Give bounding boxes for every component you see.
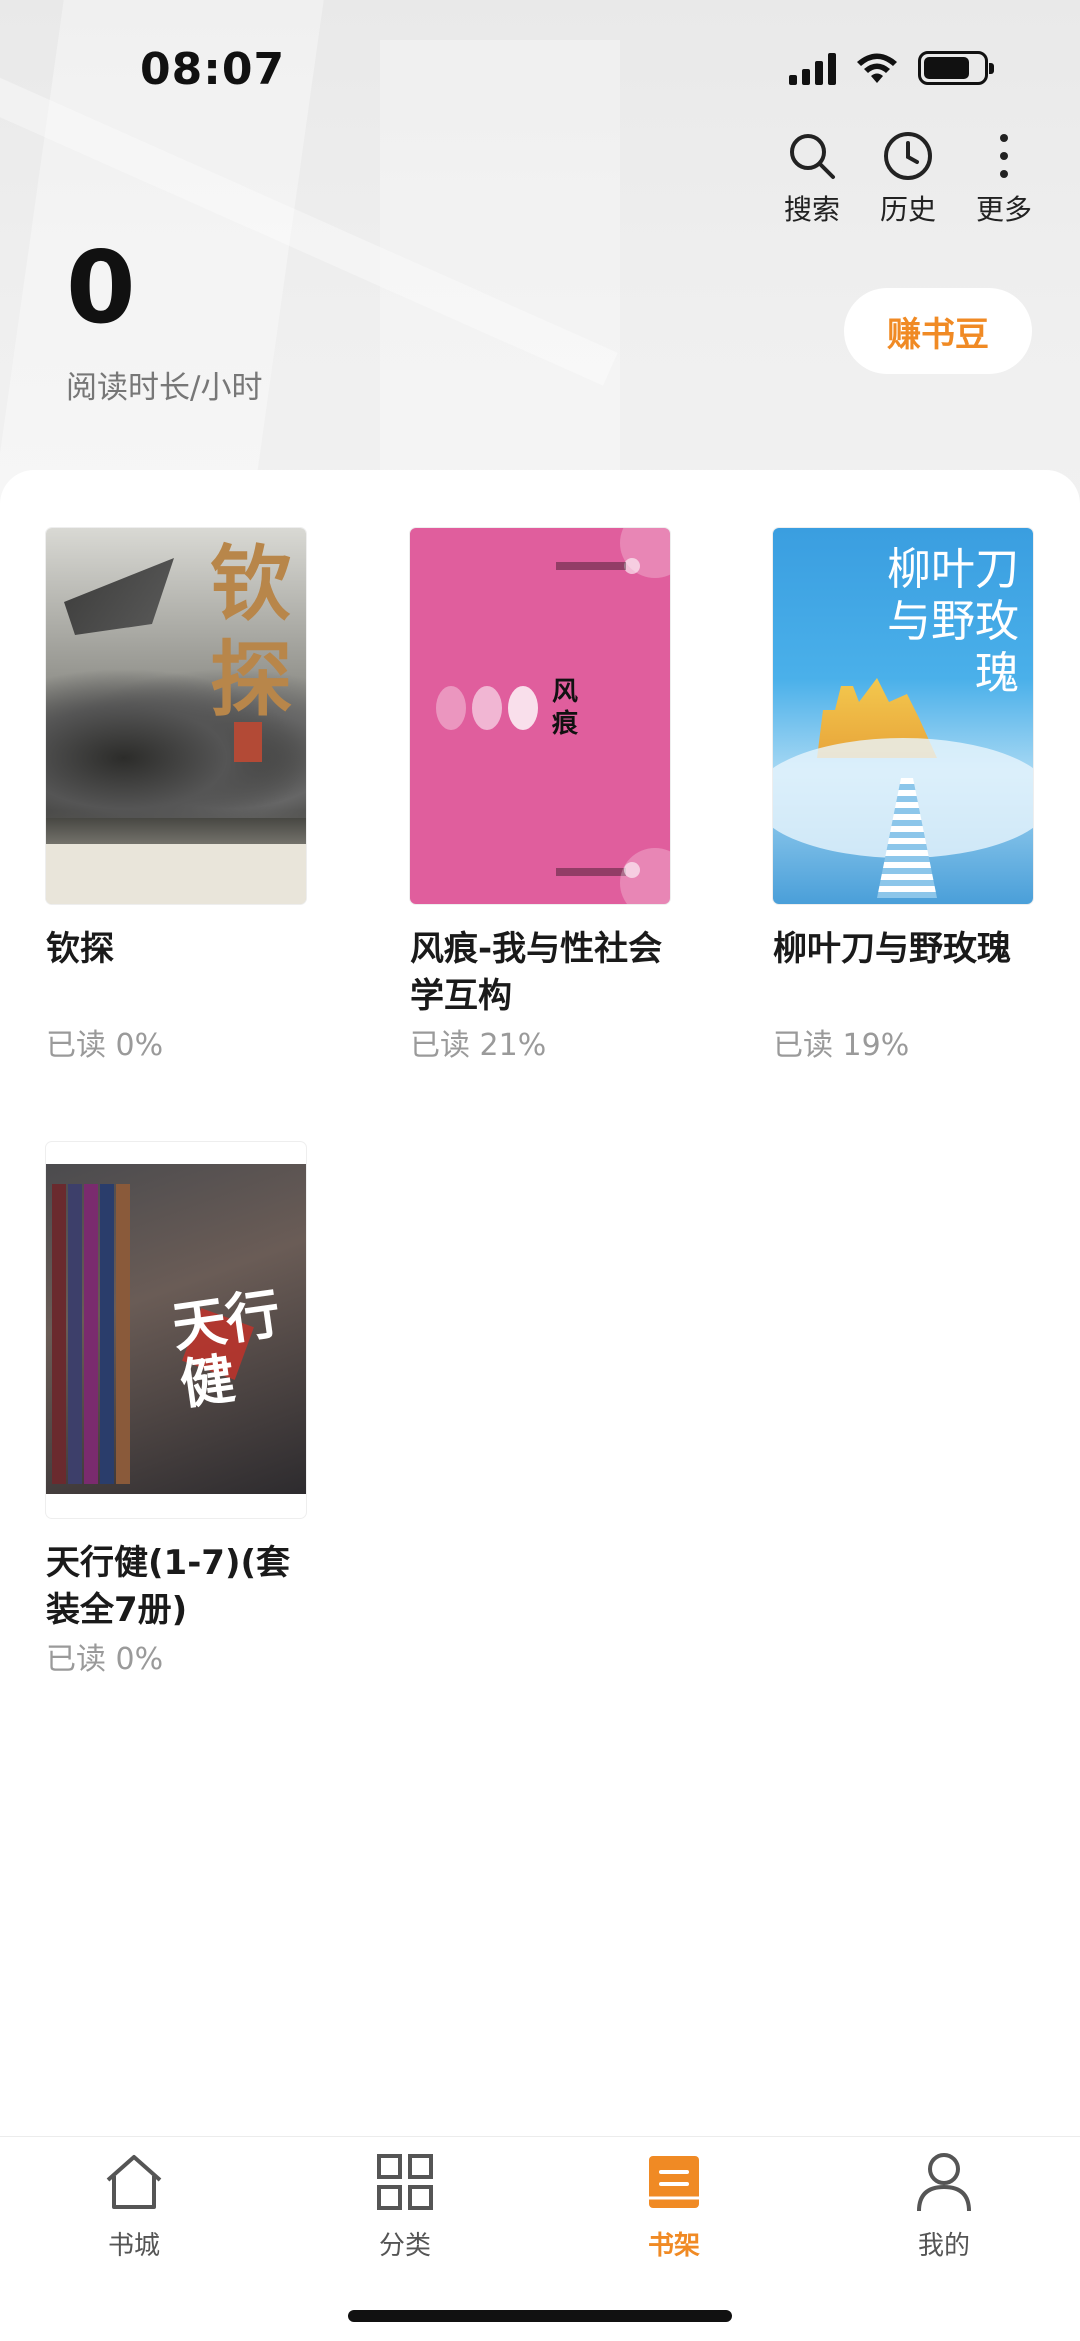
more-icon [976, 128, 1032, 184]
nav-label: 书架 [647, 2231, 700, 2261]
cover-title: 天行健 [168, 1280, 284, 1417]
book-cover[interactable]: 钦探 [46, 528, 306, 904]
more-button[interactable]: 更多 [968, 128, 1040, 228]
home-icon [99, 2147, 169, 2217]
history-label: 历史 [879, 193, 936, 226]
nav-label: 书城 [107, 2231, 160, 2261]
nav-bookstore[interactable]: 书城 [54, 2147, 214, 2262]
battery-icon [918, 51, 994, 85]
grid-icon [370, 2147, 440, 2217]
status-icons [789, 50, 994, 86]
nav-profile[interactable]: 我的 [864, 2147, 1024, 2262]
book-title[interactable]: 风痕-我与性社会学互构 [410, 926, 680, 1020]
nav-category[interactable]: 分类 [325, 2147, 485, 2262]
book-cover[interactable]: 风痕 [410, 528, 670, 904]
book-progress: 已读 0% [46, 1642, 164, 1677]
profile-icon [909, 2147, 979, 2217]
cover-title: 风痕 [552, 677, 579, 739]
book-item[interactable]: 天行健 天行健(1-7)(套装全7册) 已读 0% [46, 1142, 308, 1678]
book-title[interactable]: 钦探 [46, 926, 316, 1020]
book-progress: 已读 0% [46, 1028, 164, 1063]
status-bar: 08:07 [0, 0, 1080, 140]
cover-title: 柳叶刀与野玫瑰 [887, 544, 1019, 699]
home-indicator [348, 2310, 732, 2322]
search-label: 搜索 [783, 193, 840, 226]
history-button[interactable]: 历史 [872, 128, 944, 228]
bookshelf-icon [639, 2147, 709, 2217]
search-button[interactable]: 搜索 [776, 128, 848, 228]
book-cover[interactable]: 天行健 [46, 1142, 306, 1518]
wifi-icon [857, 53, 897, 83]
status-time: 08:07 [140, 44, 286, 95]
book-item[interactable]: 风痕 风痕-我与性社会学互构 已读 21% [410, 528, 672, 1064]
book-title[interactable]: 柳叶刀与野玫瑰 [773, 926, 1043, 1020]
book-title[interactable]: 天行健(1-7)(套装全7册) [46, 1540, 316, 1634]
book-cover[interactable]: 柳叶刀与野玫瑰 [773, 528, 1033, 904]
nav-label: 分类 [378, 2231, 431, 2261]
bookshelf: 钦探 钦探 已读 0% 风痕 风痕-我与性社会学互构 已读 21% 柳叶刀与野玫… [0, 470, 1080, 2136]
search-icon [784, 128, 840, 184]
earn-book-beans-button[interactable]: 赚书豆 [844, 288, 1032, 374]
book-item[interactable]: 钦探 钦探 已读 0% [46, 528, 308, 1064]
reading-hours-label: 阅读时长/小时 [66, 370, 263, 406]
header-actions: 搜索 历史 更多 [776, 128, 1040, 228]
signal-icon [789, 51, 836, 85]
book-progress: 已读 19% [773, 1028, 910, 1063]
history-icon [880, 128, 936, 184]
cover-title: 钦探 [209, 536, 292, 728]
nav-label: 我的 [917, 2231, 970, 2261]
book-progress: 已读 21% [410, 1028, 547, 1063]
nav-bookshelf[interactable]: 书架 [594, 2147, 754, 2262]
more-label: 更多 [975, 193, 1032, 226]
book-item[interactable]: 柳叶刀与野玫瑰 柳叶刀与野玫瑰 已读 19% [773, 528, 1035, 1064]
reading-hours: 0 [66, 229, 136, 346]
